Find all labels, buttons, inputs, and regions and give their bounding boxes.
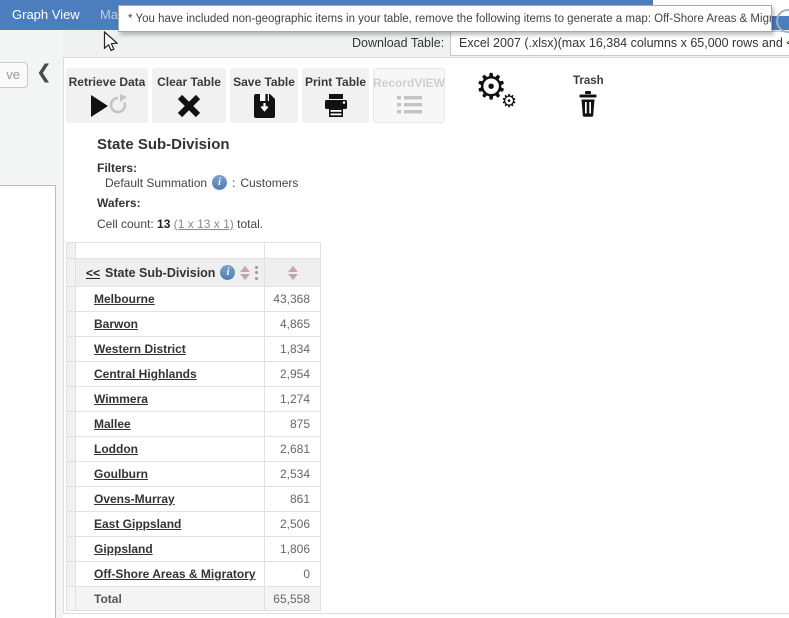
row-value: 2,954 <box>265 362 321 387</box>
cell-count-label: Cell count: <box>97 217 154 231</box>
column-header: << State Sub-Division i <box>76 259 265 287</box>
table-spacer-row <box>67 243 321 259</box>
record-list-icon <box>397 94 422 116</box>
download-format-select[interactable]: Excel 2007 (.xlsx)(max 16,384 columns x … <box>450 31 789 56</box>
play-refresh-icon <box>87 93 127 119</box>
save-floppy-icon <box>252 93 277 119</box>
settings-gears-icon[interactable]: ⚙ ⚙ <box>475 73 519 119</box>
total-label: Total <box>94 592 122 606</box>
row-value: 2,506 <box>265 512 321 537</box>
cell-count-value: 13 <box>157 217 170 231</box>
clear-table-label: Clear Table <box>147 75 231 89</box>
row-value: 2,681 <box>265 437 321 462</box>
filter-value: Customers <box>240 176 298 190</box>
table-header-row: << State Sub-Division i <box>67 259 321 287</box>
sort-icon[interactable] <box>240 266 250 280</box>
table-row: Gippsland 1,806 <box>67 537 321 562</box>
table-row: Off-Shore Areas & Migratory 0 <box>67 562 321 587</box>
row-value: 861 <box>265 487 321 512</box>
cell-count-line: Cell count: 13 (1 x 13 x 1) total. <box>97 217 263 231</box>
table-row: Goulburn 2,534 <box>67 462 321 487</box>
tab-graph-view[interactable]: Graph View <box>12 0 80 30</box>
wafers-heading: Wafers: <box>97 196 141 210</box>
collapse-hierarchy-link[interactable]: << <box>86 266 100 280</box>
row-value: 43,368 <box>265 287 321 312</box>
download-table-label: Download Table: <box>352 36 444 50</box>
printer-icon <box>323 93 349 119</box>
clear-x-icon <box>176 93 202 119</box>
row-label-link[interactable]: Loddon <box>94 442 138 456</box>
row-gutter <box>67 259 76 287</box>
print-table-button[interactable]: Print Table <box>302 68 369 123</box>
row-value: 1,834 <box>265 337 321 362</box>
row-value: 0 <box>265 562 321 587</box>
row-label-link[interactable]: Wimmera <box>94 392 148 406</box>
drag-handle-icon[interactable] <box>255 266 258 280</box>
info-icon[interactable]: i <box>220 265 235 280</box>
retrieve-data-button[interactable]: Retrieve Data <box>66 68 148 123</box>
row-label-link[interactable]: Western District <box>94 342 186 356</box>
filters-heading: Filters: <box>97 161 137 175</box>
retrieve-data-label: Retrieve Data <box>59 75 156 89</box>
filter-row: Default Summation i : Customers <box>105 175 298 190</box>
trash-icon <box>577 91 599 117</box>
row-label-link[interactable]: Melbourne <box>94 292 155 306</box>
row-value: 1,274 <box>265 387 321 412</box>
save-table-button[interactable]: Save Table <box>230 68 298 123</box>
filter-colon: : <box>232 176 235 190</box>
table-total-row: Total 65,558 <box>67 587 321 611</box>
row-value: 1,806 <box>265 537 321 562</box>
sidebar-list-panel <box>0 185 56 618</box>
row-label-link[interactable]: Gippsland <box>94 542 153 556</box>
row-value: 2,534 <box>265 462 321 487</box>
recordview-button[interactable]: RecordVIEW <box>373 68 445 123</box>
table-row: Loddon 2,681 <box>67 437 321 462</box>
clear-table-button[interactable]: Clear Table <box>152 68 226 123</box>
recordview-label: RecordVIEW <box>363 76 455 90</box>
save-table-label: Save Table <box>223 75 305 89</box>
toolbar: Retrieve Data Clear Table Save Table <box>66 68 604 123</box>
row-value: 4,865 <box>265 312 321 337</box>
cell-count-link[interactable]: (1 x 13 x 1) <box>174 217 234 231</box>
gear-small-icon: ⚙ <box>501 91 517 112</box>
sidebar-partial-tab[interactable]: ve <box>0 62 28 88</box>
map-warning-tooltip: * You have included non-geographic items… <box>118 5 772 32</box>
row-label-link[interactable]: Barwon <box>94 317 138 331</box>
table-row: Barwon 4,865 <box>67 312 321 337</box>
row-label-link[interactable]: Goulburn <box>94 467 148 481</box>
sort-icon[interactable] <box>288 266 298 280</box>
info-icon[interactable]: i <box>212 175 227 190</box>
trash-button[interactable]: Trash <box>573 68 604 123</box>
page-title: State Sub-Division <box>97 136 230 153</box>
sidebar-collapse-icon[interactable]: ❮ <box>36 61 52 83</box>
table-row: Central Highlands 2,954 <box>67 362 321 387</box>
cell-count-suffix: total. <box>237 217 263 231</box>
data-table: << State Sub-Division i Melbourne 43,368… <box>66 242 321 611</box>
row-label-link[interactable]: Central Highlands <box>94 367 197 381</box>
filter-name: Default Summation <box>105 176 207 190</box>
trash-label: Trash <box>573 75 604 87</box>
row-label-link[interactable]: Off-Shore Areas & Migratory <box>94 567 256 581</box>
table-row: Ovens-Murray 861 <box>67 487 321 512</box>
table-row: Wimmera 1,274 <box>67 387 321 412</box>
row-label-link[interactable]: East Gippsland <box>94 517 181 531</box>
column-header-title: State Sub-Division <box>105 266 215 280</box>
app-window: Graph View Map View Download Table: Exce… <box>0 0 789 618</box>
row-value: 875 <box>265 412 321 437</box>
table-row: East Gippsland 2,506 <box>67 512 321 537</box>
total-value: 65,558 <box>265 587 321 611</box>
table-row: Melbourne 43,368 <box>67 287 321 312</box>
table-row: Western District 1,834 <box>67 337 321 362</box>
value-column-header <box>265 259 321 287</box>
table-row: Mallee 875 <box>67 412 321 437</box>
row-label-link[interactable]: Mallee <box>94 417 131 431</box>
row-label-link[interactable]: Ovens-Murray <box>94 492 175 506</box>
